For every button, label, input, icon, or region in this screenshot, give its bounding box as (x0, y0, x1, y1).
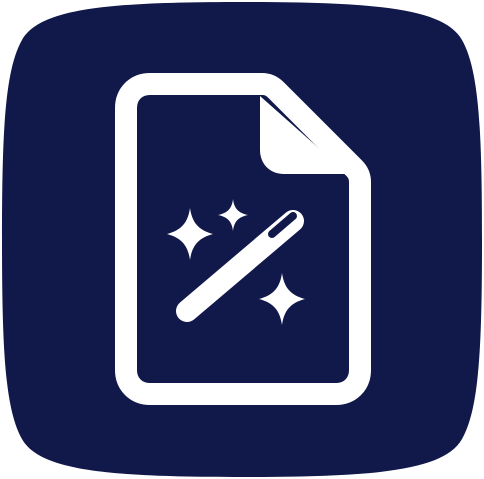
app-icon[interactable] (0, 0, 484, 479)
app-icon-graphic (2, 2, 482, 477)
